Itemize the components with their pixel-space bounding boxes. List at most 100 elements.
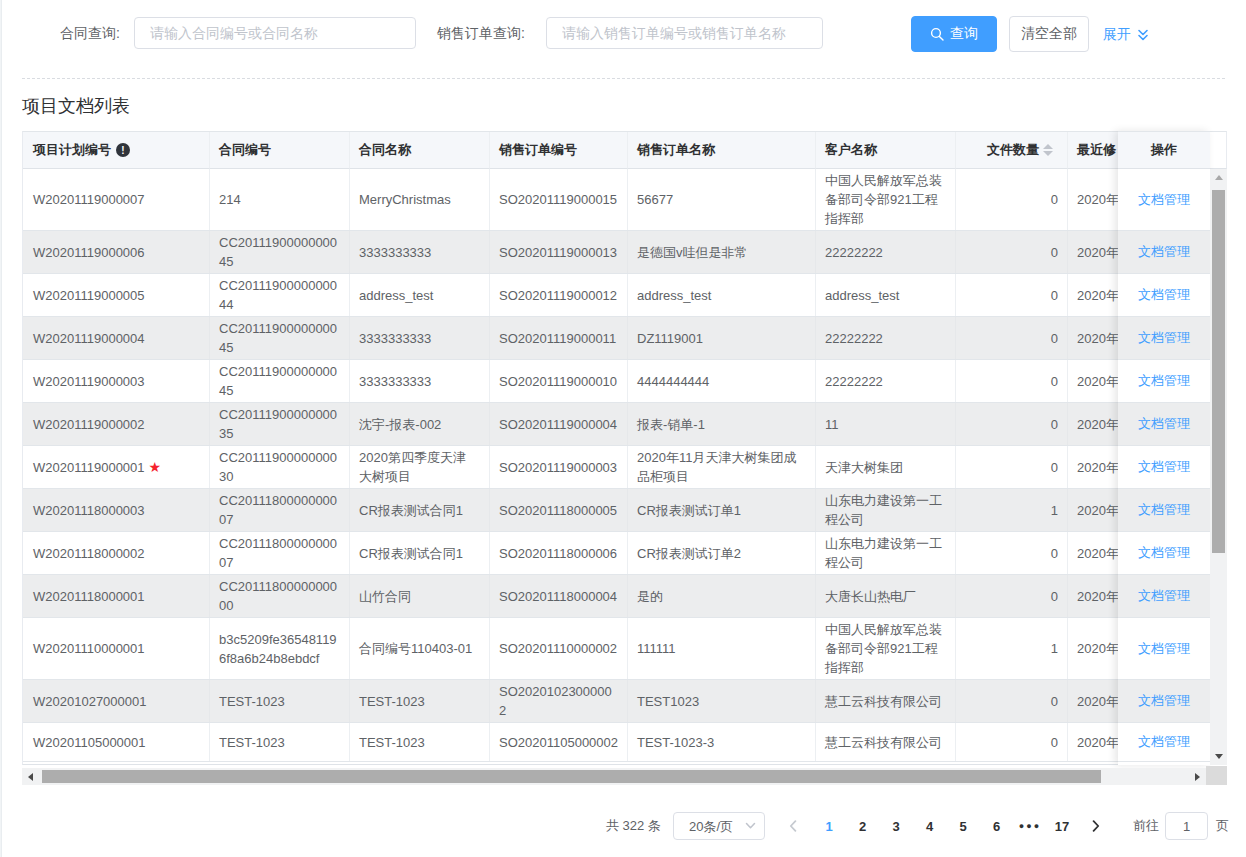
next-page-button[interactable]: [1082, 812, 1110, 840]
page: 合同查询: 销售订单查询: 查询 清空全部 展开 项目文档列表 项目计划编号 !…: [0, 0, 1246, 857]
doc-manage-link[interactable]: 文档管理: [1138, 372, 1190, 390]
cell-customer: 大唐长山热电厂: [816, 575, 956, 617]
column-header-order-no[interactable]: 销售订单编号: [490, 132, 628, 169]
expand-link[interactable]: 展开: [1103, 26, 1149, 42]
page-button-17[interactable]: 17: [1048, 812, 1076, 840]
doc-manage-link[interactable]: 文档管理: [1138, 329, 1190, 347]
vertical-scrollbar-thumb[interactable]: [1212, 190, 1225, 553]
cell-order-name: DZ1119001: [628, 317, 816, 359]
doc-manage-link[interactable]: 文档管理: [1138, 458, 1190, 476]
scroll-right-button[interactable]: [1189, 768, 1206, 785]
page-button-1[interactable]: 1: [815, 812, 843, 840]
page-button-2[interactable]: 2: [849, 812, 877, 840]
cell-order-name: 报表-销单-1: [628, 403, 816, 445]
cell-file-count: 0: [956, 169, 1068, 230]
cell-file-count: 0: [956, 360, 1068, 402]
cell-contract-no: CC2011190000000045: [210, 231, 350, 273]
cell-contract-no: CC2011180000000007: [210, 489, 350, 531]
table-row[interactable]: W20201119000007214MerryChristmasSO202011…: [23, 169, 1210, 231]
chevron-right-icon: [1092, 820, 1100, 832]
table-row[interactable]: W20201110000001b3c5209fe365481196f8a6b24…: [23, 618, 1210, 680]
horizontal-scrollbar-thumb[interactable]: [42, 770, 1101, 783]
order-query-label: 销售订单查询:: [437, 26, 525, 40]
page-size-select[interactable]: 20条/页: [673, 812, 765, 840]
page-button-6[interactable]: 6: [983, 812, 1011, 840]
column-header-action: 操作: [1118, 131, 1210, 169]
table-row[interactable]: W20201119000001★CC20111900000000302020第四…: [23, 446, 1210, 489]
cell-file-count: 1: [956, 489, 1068, 531]
scroll-down-button[interactable]: [1210, 748, 1227, 765]
action-cell: 文档管理: [1118, 723, 1210, 762]
table-row[interactable]: W20201118000002CC2011180000000007CR报表测试合…: [23, 532, 1210, 575]
doc-manage-link[interactable]: 文档管理: [1138, 544, 1190, 562]
table-row[interactable]: W20201105000001TEST-1023TEST-1023SO20201…: [23, 723, 1210, 762]
cell-order-no: SO20201119000010: [490, 360, 628, 402]
cell-order-name: TEST-1023-3: [628, 723, 816, 761]
column-header-customer-label: 客户名称: [825, 141, 877, 159]
column-header-modified-label: 最近修: [1077, 141, 1116, 159]
column-header-order-no-label: 销售订单编号: [499, 141, 577, 159]
column-header-customer[interactable]: 客户名称: [816, 132, 956, 169]
scroll-left-button[interactable]: [22, 768, 39, 785]
page-button-5[interactable]: 5: [949, 812, 977, 840]
doc-manage-link[interactable]: 文档管理: [1138, 191, 1190, 209]
prev-page-button[interactable]: [779, 812, 807, 840]
goto-page-input[interactable]: [1165, 812, 1208, 840]
cell-order-name: TEST1023: [628, 680, 816, 722]
info-icon[interactable]: !: [116, 143, 130, 157]
cell-order-name: 2020年11月天津大树集团成品柜项目: [628, 446, 816, 488]
doc-manage-link[interactable]: 文档管理: [1138, 286, 1190, 304]
column-header-file-count[interactable]: 文件数量: [956, 132, 1068, 169]
column-header-plan-no[interactable]: 项目计划编号 !: [23, 132, 210, 169]
doc-manage-link[interactable]: 文档管理: [1138, 640, 1190, 658]
table-row[interactable]: W20201119000003CC20111900000000453333333…: [23, 360, 1210, 403]
cell-order-no: SO20201119000013: [490, 231, 628, 273]
table-row[interactable]: W20201119000004CC20111900000000453333333…: [23, 317, 1210, 360]
order-query-input[interactable]: [546, 17, 823, 49]
cell-contract-no: CC2011190000000045: [210, 317, 350, 359]
clear-all-button[interactable]: 清空全部: [1009, 16, 1089, 52]
doc-manage-link[interactable]: 文档管理: [1138, 587, 1190, 605]
table-row[interactable]: W20201119000006CC20111900000000453333333…: [23, 231, 1210, 274]
table-row[interactable]: W20201119000005CC2011190000000044address…: [23, 274, 1210, 317]
horizontal-scrollbar[interactable]: [22, 768, 1206, 785]
cell-customer: 22222222: [816, 231, 956, 273]
doc-manage-link[interactable]: 文档管理: [1138, 415, 1190, 433]
more-pages-button[interactable]: ●●●: [1016, 812, 1044, 840]
cell-file-count: 0: [956, 274, 1068, 316]
query-button-label: 查询: [950, 25, 978, 43]
doc-manage-link[interactable]: 文档管理: [1138, 692, 1190, 710]
cell-file-count: 0: [956, 575, 1068, 617]
doc-manage-link[interactable]: 文档管理: [1138, 243, 1190, 261]
page-button-3[interactable]: 3: [882, 812, 910, 840]
cell-contract-name: 3333333333: [350, 360, 490, 402]
table-row[interactable]: W20201118000003CC2011180000000007CR报表测试合…: [23, 489, 1210, 532]
project-document-table: 项目计划编号 ! 合同编号 合同名称 销售订单编号 销售订单名称 客户名称 文件…: [22, 131, 1227, 785]
page-button-4[interactable]: 4: [916, 812, 944, 840]
action-cell: 文档管理: [1118, 231, 1210, 274]
scroll-right-arrow-icon: [1195, 773, 1200, 781]
doc-manage-link[interactable]: 文档管理: [1138, 501, 1190, 519]
doc-manage-link[interactable]: 文档管理: [1138, 733, 1190, 751]
cell-order-no: SO20201105000002: [490, 723, 628, 761]
column-header-contract-name[interactable]: 合同名称: [350, 132, 490, 169]
cell-plan-no: W20201027000001: [23, 680, 210, 722]
table-row[interactable]: W20201118000001CC2011180000000000山竹合同SO2…: [23, 575, 1210, 618]
column-header-order-name[interactable]: 销售订单名称: [628, 132, 816, 169]
column-header-contract-no[interactable]: 合同编号: [210, 132, 350, 169]
scroll-up-button[interactable]: [1210, 169, 1227, 186]
goto-unit-label: 页: [1216, 819, 1229, 833]
cell-customer: 慧工云科技有限公司: [816, 680, 956, 722]
cell-contract-name: 3333333333: [350, 231, 490, 273]
cell-order-no: SO20201118000005: [490, 489, 628, 531]
table-row[interactable]: W20201119000002CC2011190000000035沈宇-报表-0…: [23, 403, 1210, 446]
cell-customer: 慧工云科技有限公司: [816, 723, 956, 761]
table-row[interactable]: W20201027000001TEST-1023TEST-1023SO20201…: [23, 680, 1210, 723]
query-button[interactable]: 查询: [911, 16, 997, 52]
cell-order-no: SO20201119000011: [490, 317, 628, 359]
contract-query-input[interactable]: [134, 17, 416, 49]
action-cell: 文档管理: [1118, 317, 1210, 360]
sort-carets-icon[interactable]: [1043, 144, 1053, 156]
contract-query-label: 合同查询:: [60, 26, 120, 40]
vertical-scrollbar[interactable]: [1210, 169, 1227, 765]
